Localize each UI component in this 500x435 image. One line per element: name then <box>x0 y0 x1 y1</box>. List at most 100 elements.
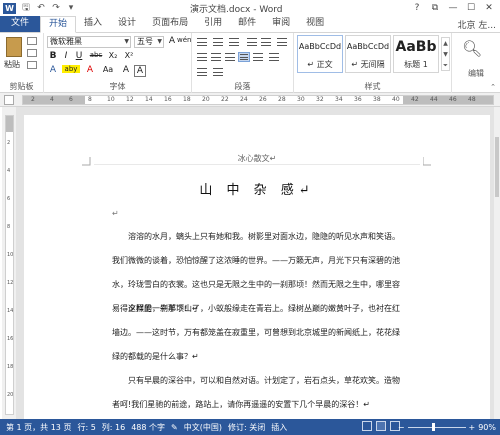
word-count[interactable]: 488 个字 <box>131 422 165 433</box>
decrease-indent-icon[interactable] <box>246 37 258 47</box>
paragraph-2[interactable]: 夕照里，牛羊下山了，小蚁般缘走在青岩上。绿树丛巅的嫩黄叶子，也衬在红墙边。——这… <box>112 297 406 369</box>
line-number[interactable]: 行: 5 <box>77 422 95 433</box>
column-number[interactable]: 列: 16 <box>102 422 125 433</box>
binoculars-icon[interactable]: 🔍︎ <box>462 39 482 58</box>
window-title: 演示文档.docx - Word <box>190 5 283 15</box>
editing-group-label[interactable]: 编辑 <box>452 68 500 79</box>
vertical-scrollbar[interactable] <box>494 107 500 419</box>
font-name-dropdown[interactable]: 微软雅黑 ▼ <box>47 36 131 48</box>
help-button[interactable]: ? <box>408 0 426 16</box>
justify-icon[interactable] <box>238 52 250 62</box>
zoom-out-button[interactable]: − <box>398 423 405 432</box>
zoom-slider[interactable] <box>407 422 466 431</box>
character-shading-button[interactable]: A <box>120 65 132 75</box>
align-right-icon[interactable] <box>224 52 236 62</box>
empty-paragraph-mark: ↵ <box>112 209 119 218</box>
italic-button[interactable]: I <box>60 51 72 61</box>
proofing-icon[interactable]: ✎ <box>171 423 178 432</box>
font-color-button[interactable]: A <box>84 65 96 75</box>
font-size-dropdown[interactable]: 五号 ▼ <box>134 36 164 48</box>
ruler-number: 6 <box>69 96 73 103</box>
align-left-icon[interactable] <box>196 52 208 62</box>
numbering-icon[interactable] <box>212 37 224 47</box>
tab-references[interactable]: 引用 <box>196 16 230 32</box>
vertical-ruler-number: 14 <box>7 308 14 314</box>
ruler-bar[interactable]: 2 4 6 8 10 12 14 16 18 20 22 24 26 28 30 32 34 36 38 40 42 44… <box>22 95 494 105</box>
track-changes-status[interactable]: 修订: 关闭 <box>228 422 265 433</box>
style-no-spacing[interactable]: AaBbCcDd ↵ 无间隔 <box>345 35 391 73</box>
tab-selector-icon[interactable] <box>4 95 14 105</box>
multilevel-list-icon[interactable] <box>228 37 240 47</box>
ruler-number: 4 <box>50 96 54 103</box>
tab-page-layout[interactable]: 页面布局 <box>144 16 196 32</box>
ruler-number: 14 <box>145 96 153 103</box>
insert-mode[interactable]: 插入 <box>271 422 287 433</box>
sort-icon[interactable] <box>276 37 288 47</box>
paste-label[interactable]: 粘贴 <box>4 59 20 70</box>
increase-indent-icon[interactable] <box>260 37 272 47</box>
document-page[interactable]: 冰心散文↵ 山 中 杂 感↵ ↵ 溶溶的水月，螭头上只有她和我。树影里对面水边，… <box>24 115 490 419</box>
collapse-ribbon-icon[interactable]: ⌃ <box>490 83 496 91</box>
paste-icon[interactable] <box>6 37 22 57</box>
copy-icon[interactable] <box>27 49 37 57</box>
paragraph-group-label: 段落 <box>234 82 251 91</box>
format-painter-icon[interactable] <box>27 61 37 69</box>
bold-button[interactable]: B <box>47 51 59 61</box>
document-title[interactable]: 山 中 杂 感↵ <box>24 179 490 198</box>
tab-review[interactable]: 审阅 <box>264 16 298 32</box>
text-effects-button[interactable]: A <box>47 65 59 75</box>
vertical-ruler-number: 8 <box>7 224 11 230</box>
undo-icon[interactable]: ↶ <box>35 3 47 13</box>
read-mode-icon[interactable] <box>362 421 372 431</box>
style-normal[interactable]: AaBbCcDd ↵ 正文 <box>297 35 343 73</box>
vertical-ruler-bar[interactable]: 2 4 6 8 10 12 14 16 18 20 <box>5 115 14 415</box>
tab-mailings[interactable]: 邮件 <box>230 16 264 32</box>
customize-icon[interactable]: ▾ <box>65 3 77 13</box>
tab-file[interactable]: 文件 <box>0 16 41 32</box>
ruler-number: 2 <box>31 96 35 103</box>
minimize-button[interactable]: — <box>444 0 462 16</box>
tab-insert[interactable]: 插入 <box>76 16 110 32</box>
zoom-slider-thumb[interactable] <box>431 422 435 431</box>
ribbon-display-options-button[interactable]: ⧉ <box>426 0 444 16</box>
change-case-button[interactable]: Aa <box>100 65 116 74</box>
page-count[interactable]: 第 1 页，共 13 页 <box>6 422 71 433</box>
page-header[interactable]: 冰心散文↵ <box>24 153 490 164</box>
view-buttons <box>362 421 400 431</box>
close-button[interactable]: ✕ <box>480 0 498 16</box>
user-account[interactable]: 北京 左... <box>458 18 496 31</box>
highlight-button[interactable]: aby <box>62 65 80 73</box>
editing-group: 🔍︎ 编辑 ⌃ <box>452 33 500 93</box>
distributed-icon[interactable] <box>252 52 264 62</box>
tab-design[interactable]: 设计 <box>110 16 144 32</box>
scrollbar-thumb[interactable] <box>495 137 499 197</box>
vertical-ruler-number: 16 <box>7 336 14 342</box>
ribbon-tabs: 文件 开始 插入 设计 页面布局 引用 邮件 审阅 视图 北京 左... <box>0 16 500 33</box>
maximize-button[interactable]: ☐ <box>462 0 480 16</box>
styles-more-icon[interactable]: ▲ ▼ ⏷ <box>441 37 450 71</box>
character-border-button[interactable]: A <box>134 65 146 77</box>
zoom-in-button[interactable]: + <box>469 423 476 432</box>
bullets-icon[interactable] <box>196 37 208 47</box>
vertical-ruler-number: 18 <box>7 364 14 370</box>
language[interactable]: 中文(中国) <box>184 422 222 433</box>
tab-home[interactable]: 开始 <box>40 16 77 33</box>
save-icon[interactable]: 🖫 <box>20 0 32 16</box>
paragraph-3[interactable]: 只有早晨的深谷中，可以和自然对语。计划定了，岩石点头，草花欢笑。造物者呵!我们星… <box>112 369 406 417</box>
borders-icon[interactable] <box>212 67 224 77</box>
underline-button[interactable]: U <box>73 51 85 61</box>
superscript-button[interactable]: X² <box>122 51 136 60</box>
style-heading-1[interactable]: AaBb 标题 1 <box>393 35 439 73</box>
cut-icon[interactable] <box>27 37 37 45</box>
line-spacing-icon[interactable] <box>268 52 280 62</box>
tab-view[interactable]: 视图 <box>298 16 332 32</box>
print-layout-icon[interactable] <box>376 421 386 431</box>
subscript-button[interactable]: X₂ <box>106 51 120 60</box>
align-center-icon[interactable] <box>210 52 222 62</box>
style-normal-name: ↵ 正文 <box>307 60 333 69</box>
zoom-level[interactable]: 90% <box>478 423 496 432</box>
strikethrough-button[interactable]: abc <box>88 51 104 59</box>
phonetic-guide-button[interactable]: wén <box>177 36 191 44</box>
redo-icon[interactable]: ↷ <box>50 3 62 13</box>
shading-icon[interactable] <box>196 67 208 77</box>
